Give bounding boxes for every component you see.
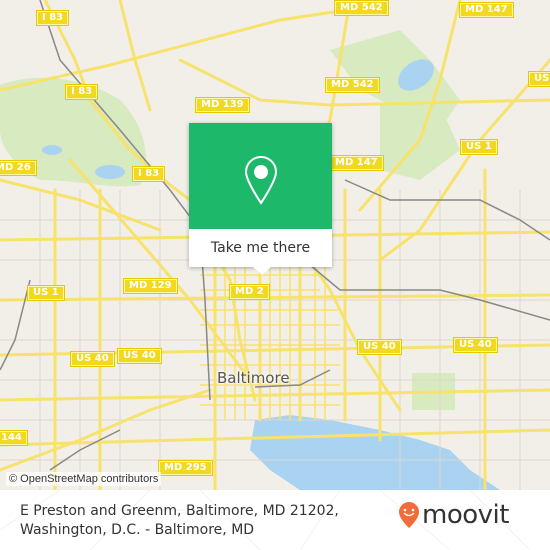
road-shield: 144 [0,431,27,445]
road-shield: MD 147 [330,156,383,170]
road-shield: MD 26 [0,161,36,175]
road-shield: I 83 [133,167,165,181]
road-shield: US 40 [454,338,497,352]
road-shield: US 40 [118,349,161,363]
take-me-there-button[interactable]: Take me there [189,229,332,267]
address-line-2: Washington, D.C. - Baltimore, MD [20,522,255,538]
city-label: Baltimore [217,369,290,387]
moovit-logo[interactable]: moovit [398,500,509,530]
footer: E Preston and Greenm, Baltimore, MD 2120… [0,490,550,550]
road-shield: US 40 [358,340,401,354]
brand-name: moovit [422,500,509,530]
pond [42,145,62,155]
road-shield: I 83 [66,85,98,99]
road-shield: US 1 [529,72,550,86]
inner-harbor [250,415,500,490]
location-popup: Take me there [189,123,332,275]
popup-header [189,123,332,229]
road-shield: MD 147 [460,3,513,17]
moovit-pin-icon [399,502,419,528]
road-shield: MD 542 [335,1,388,15]
road-shield: MD 129 [124,279,177,293]
road-shield: US 40 [71,352,114,366]
popup-tail [253,267,271,275]
address-line-1: E Preston and Greenm, Baltimore, MD 2120… [20,503,339,519]
map-attribution[interactable]: © OpenStreetMap contributors [6,472,162,486]
map-view[interactable]: I 83 I 83 I 83 MD 542 MD 542 MD 147 MD 1… [0,0,550,490]
map-pin-icon [244,155,278,205]
road-shield: I 83 [37,11,69,25]
road-shield: US 1 [28,286,64,300]
road-shield: MD 542 [326,78,379,92]
road-shield: MD 2 [230,285,269,299]
reservoir [95,165,125,179]
address-text: E Preston and Greenm, Baltimore, MD 2120… [20,502,339,540]
road-shield: MD 295 [159,461,212,475]
road-shield: MD 139 [196,98,249,112]
road-shield: US 1 [461,140,497,154]
